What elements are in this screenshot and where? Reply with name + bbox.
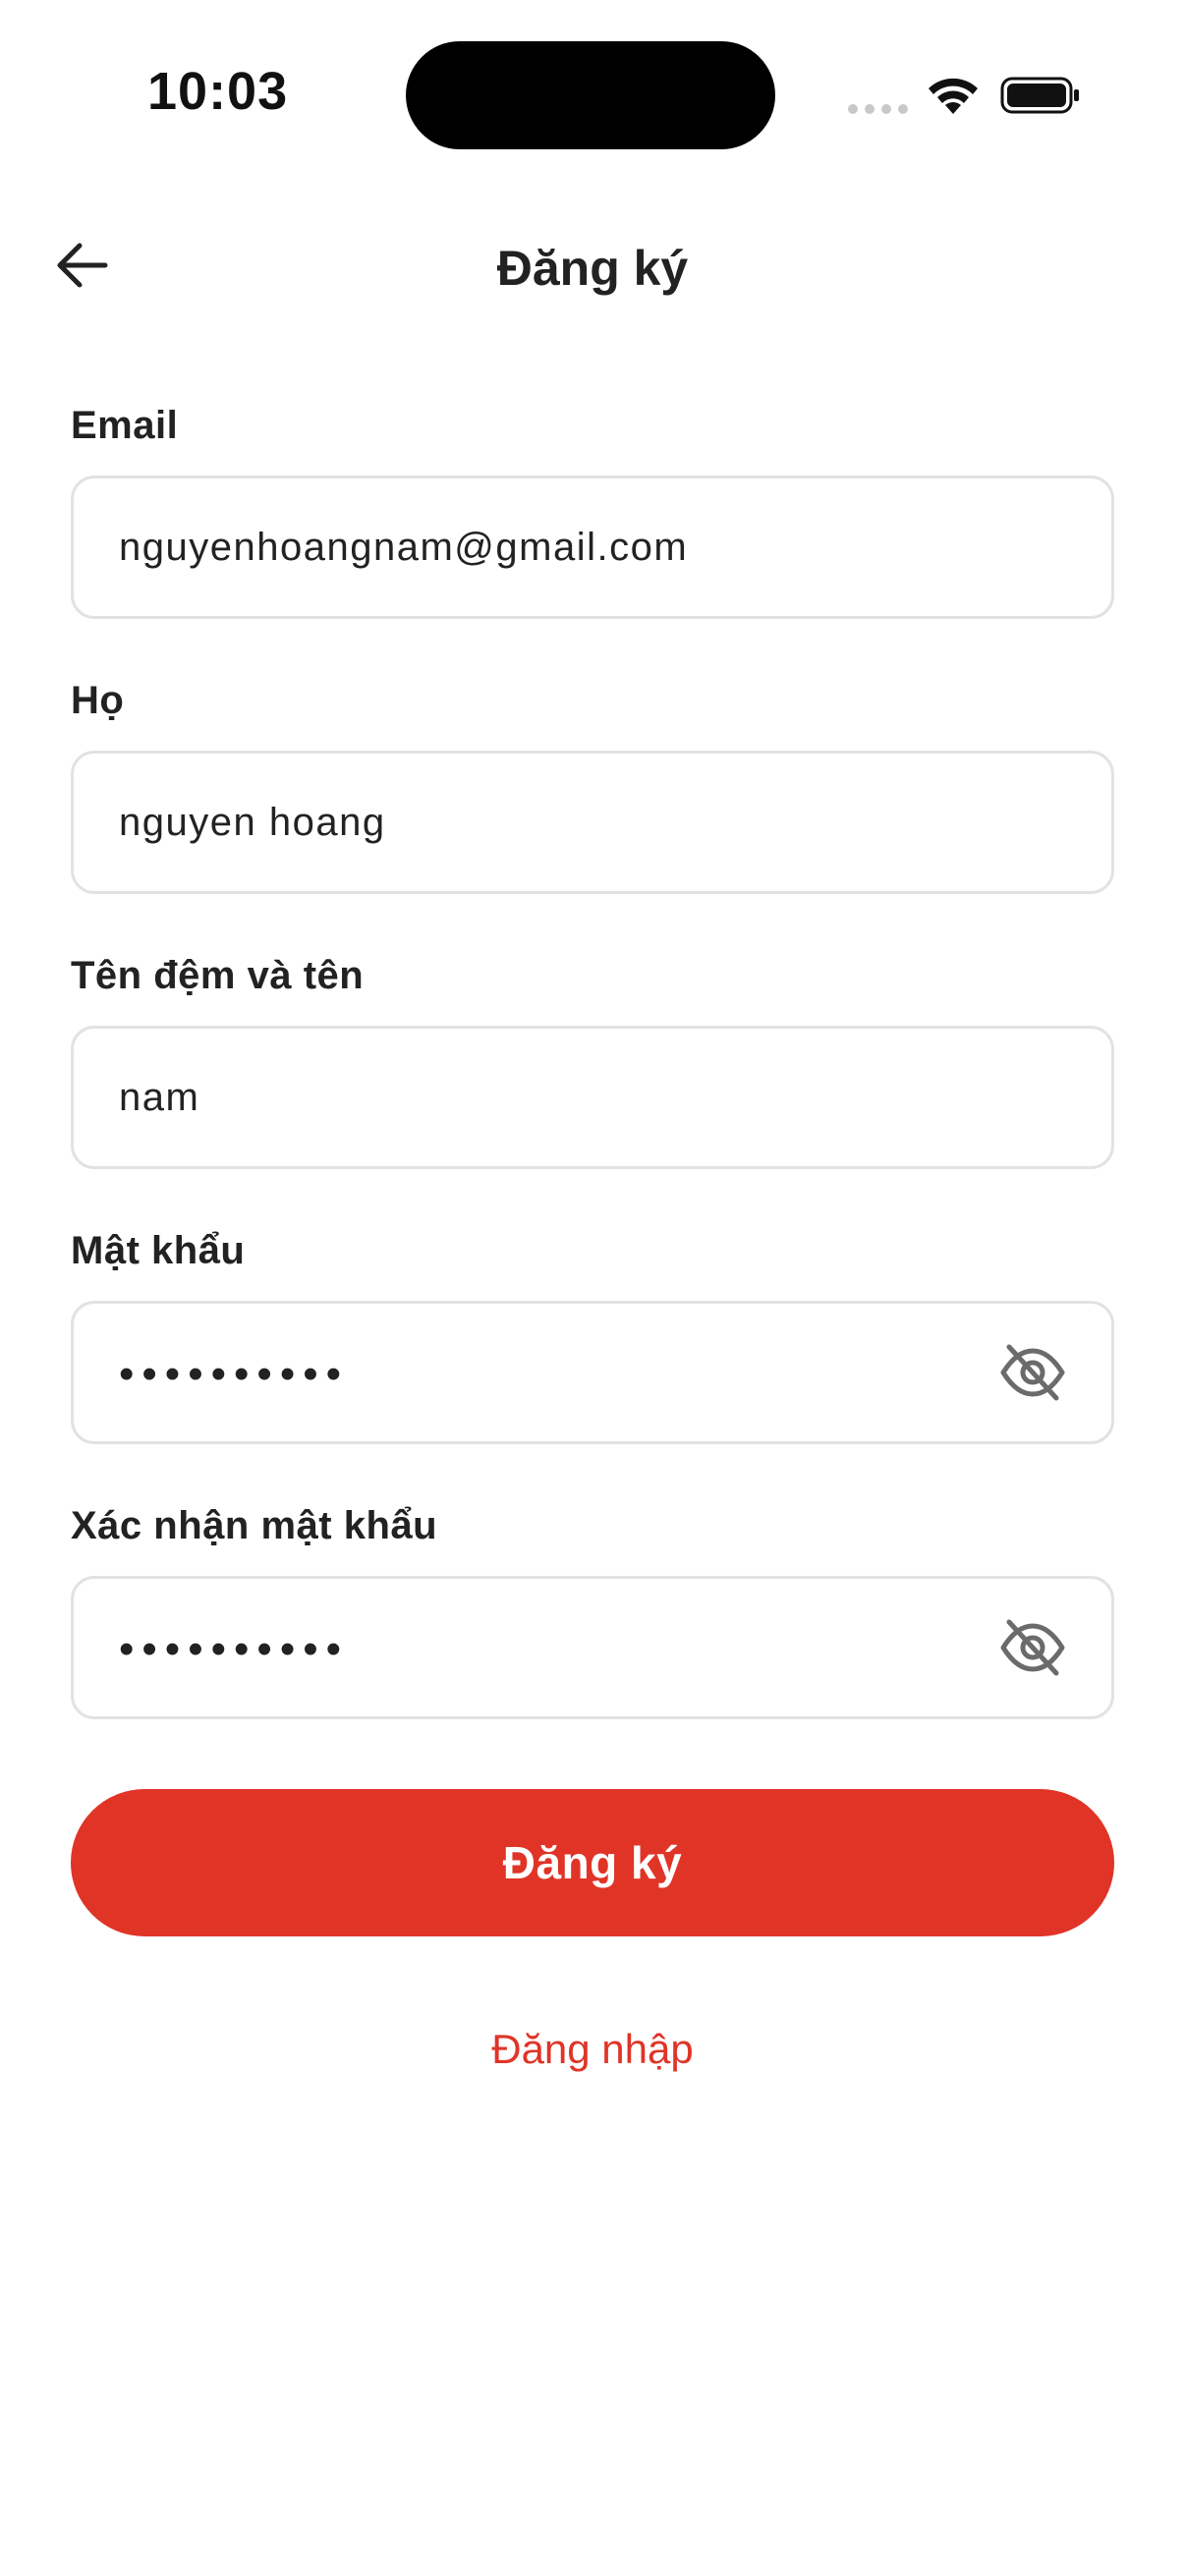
nav-header: Đăng ký	[0, 206, 1185, 324]
register-form: Email nguyenhoangnam@gmail.com Họ nguyen…	[71, 393, 1114, 1768]
last-name-value: nguyen hoang	[119, 800, 386, 844]
register-button[interactable]: Đăng ký	[71, 1789, 1114, 1936]
eye-off-icon	[1000, 1619, 1065, 1676]
wifi-icon	[929, 78, 978, 114]
first-name-field[interactable]: nam	[71, 1026, 1114, 1169]
confirm-password-visibility-toggle[interactable]	[997, 1612, 1068, 1683]
login-link[interactable]: Đăng nhập	[0, 2026, 1185, 2073]
battery-icon	[1000, 77, 1079, 114]
first-name-value: nam	[119, 1075, 200, 1119]
status-time: 10:03	[147, 62, 289, 121]
page-title: Đăng ký	[496, 241, 689, 296]
first-name-label: Tên đệm và tên	[71, 954, 365, 997]
email-value: nguyenhoangnam@gmail.com	[119, 525, 689, 569]
password-value: ••••••••••	[119, 1351, 350, 1395]
dynamic-island	[406, 41, 775, 149]
last-name-field[interactable]: nguyen hoang	[71, 751, 1114, 894]
password-field[interactable]: ••••••••••	[71, 1301, 1114, 1444]
email-field[interactable]: nguyenhoangnam@gmail.com	[71, 476, 1114, 619]
confirm-password-label: Xác nhận mật khẩu	[71, 1504, 438, 1547]
eye-off-icon	[1000, 1344, 1065, 1401]
password-label: Mật khẩu	[71, 1229, 246, 1272]
signal-dots-icon	[848, 104, 908, 114]
last-name-label: Họ	[71, 679, 125, 722]
status-bar: 10:03	[0, 0, 1185, 187]
confirm-password-field[interactable]: ••••••••••	[71, 1576, 1114, 1719]
confirm-password-value: ••••••••••	[119, 1626, 350, 1670]
email-label: Email	[71, 404, 179, 447]
password-visibility-toggle[interactable]	[997, 1337, 1068, 1408]
